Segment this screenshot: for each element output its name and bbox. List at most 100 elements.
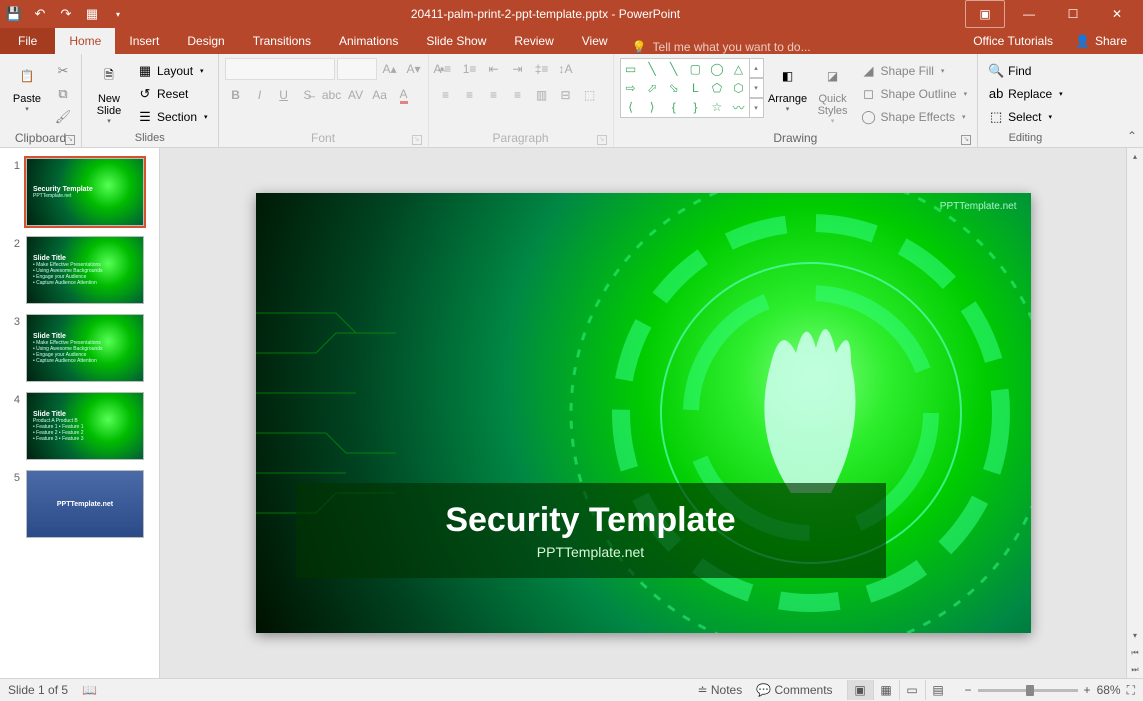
slide-editor-area[interactable]: PPTTemplate.net Security Template PPTTem… [160,148,1126,678]
format-painter-button[interactable]: 🖌 [51,106,75,127]
change-case-button[interactable]: Aa [369,84,391,106]
tab-file[interactable]: File [0,28,55,54]
text-direction-button[interactable]: ↕A [555,58,577,80]
copy-button[interactable]: ⧉ [51,83,75,104]
new-slide-button[interactable]: 🗎 New Slide ▾ [88,58,130,126]
font-size-combo[interactable] [337,58,377,80]
shadow-button[interactable]: abc [321,84,343,106]
zoom-slider[interactable] [978,689,1078,692]
vertical-scrollbar[interactable]: ▴ ▾ ⏮ ⏭ [1126,148,1143,678]
slide-thumbnail-2[interactable]: Slide Title• Make Effective Presentation… [26,236,144,304]
comments-button[interactable]: 💬 Comments [756,683,832,697]
sorter-view-button[interactable]: ▦ [873,680,899,700]
font-color-button[interactable]: A [393,84,415,106]
align-text-button[interactable]: ⊟ [555,84,577,106]
notes-button[interactable]: ≐ Notes [697,683,742,697]
slide-thumbnail-1[interactable]: Security TemplatePPTTemplate.net [26,158,144,226]
slide-counter[interactable]: Slide 1 of 5 [8,683,68,697]
ribbon-display-options-icon[interactable]: ▣ [965,0,1005,28]
align-right-button[interactable]: ≡ [483,84,505,106]
replace-button[interactable]: abReplace ▾ [984,83,1067,104]
normal-view-button[interactable]: ▣ [847,680,873,700]
slide-title[interactable]: Security Template [445,501,735,540]
zoom-in-button[interactable]: + [1084,683,1091,697]
cut-button[interactable]: ✂ [51,60,75,81]
clipboard-dialog-launcher[interactable]: ↘ [65,135,75,145]
paste-button[interactable]: 📋 Paste ▾ [6,58,48,126]
decrease-font-icon[interactable]: A▾ [403,58,425,80]
scroll-up-icon[interactable]: ▴ [1127,148,1143,165]
office-tutorials-link[interactable]: Office Tutorials [961,28,1065,54]
char-spacing-button[interactable]: AV [345,84,367,106]
undo-icon[interactable]: ↶ [32,6,48,22]
scroll-down-icon[interactable]: ▾ [1127,627,1143,644]
zoom-out-button[interactable]: − [965,683,972,697]
share-button[interactable]: 👤 Share [1065,34,1137,48]
increase-indent-button[interactable]: ⇥ [507,58,529,80]
tab-home[interactable]: Home [55,28,115,54]
zoom-level[interactable]: 68% [1097,683,1121,697]
drawing-dialog-launcher[interactable]: ↘ [961,135,971,145]
tab-transitions[interactable]: Transitions [239,28,325,54]
align-left-button[interactable]: ≡ [435,84,457,106]
bullets-button[interactable]: •≡ [435,58,457,80]
reading-view-button[interactable]: ▭ [899,680,925,700]
smartart-button[interactable]: ⬚ [579,84,601,106]
columns-button[interactable]: ▥ [531,84,553,106]
slide-canvas[interactable]: PPTTemplate.net Security Template PPTTem… [256,193,1031,633]
underline-button[interactable]: U [273,84,295,106]
slide-thumbnail-3[interactable]: Slide Title• Make Effective Presentation… [26,314,144,382]
increase-font-icon[interactable]: A▴ [379,58,401,80]
shape-outline-button[interactable]: ◻Shape Outline ▾ [857,83,972,104]
quick-styles-button[interactable]: ◪ Quick Styles ▾ [812,58,854,126]
select-button[interactable]: ⬚Select ▾ [984,106,1067,127]
slide-thumbnail-4[interactable]: Slide TitleProduct A Product B • Feature… [26,392,144,460]
reset-button[interactable]: ↺Reset [133,83,212,104]
slide-thumbnail-panel[interactable]: 1 Security TemplatePPTTemplate.net 2 Sli… [0,148,160,678]
shapes-gallery[interactable]: ▭╲╲▢◯△ ⇨⬀⬂L⬠⬡ ⟨⟩{}☆〰 [620,58,750,118]
spell-check-icon[interactable]: 📖 [82,683,97,697]
clear-formatting-icon[interactable]: A̶ [427,58,449,80]
strikethrough-button[interactable]: S̶ [297,84,319,106]
tab-animations[interactable]: Animations [325,28,412,54]
numbering-button[interactable]: 1≡ [459,58,481,80]
qat-customize-icon[interactable]: ▾ [110,6,126,22]
slideshow-view-button[interactable]: ▤ [925,680,951,700]
collapse-ribbon-icon[interactable]: ⌃ [1121,54,1143,147]
bold-button[interactable]: B [225,84,247,106]
line-spacing-button[interactable]: ‡≡ [531,58,553,80]
decrease-indent-button[interactable]: ⇤ [483,58,505,80]
tab-insert[interactable]: Insert [115,28,173,54]
tell-me-input[interactable] [653,40,853,54]
fit-to-window-button[interactable]: ⛶ [1127,683,1135,698]
tab-view[interactable]: View [568,28,622,54]
font-family-combo[interactable] [225,58,335,80]
slide-thumbnail-5[interactable]: PPTTemplate.net [26,470,144,538]
tab-design[interactable]: Design [173,28,238,54]
start-from-beginning-icon[interactable]: ▦ [84,6,100,22]
justify-button[interactable]: ≡ [507,84,529,106]
close-button[interactable]: ✕ [1097,0,1137,28]
tab-review[interactable]: Review [500,28,567,54]
align-center-button[interactable]: ≡ [459,84,481,106]
redo-icon[interactable]: ↷ [58,6,74,22]
shapes-gallery-scroll[interactable]: ▴▾▾ [750,58,764,118]
minimize-button[interactable]: — [1009,0,1049,28]
paragraph-dialog-launcher[interactable]: ↘ [597,135,607,145]
arrange-button[interactable]: ◧ Arrange ▾ [767,58,809,126]
save-icon[interactable]: 💾 [6,6,22,22]
layout-button[interactable]: ▦Layout ▾ [133,60,212,81]
section-button[interactable]: ☰Section ▾ [133,106,212,127]
tab-slideshow[interactable]: Slide Show [412,28,500,54]
maximize-button[interactable]: ☐ [1053,0,1093,28]
shape-fill-button[interactable]: ◢Shape Fill ▾ [857,60,972,81]
font-dialog-launcher[interactable]: ↘ [412,135,422,145]
next-slide-icon[interactable]: ⏭ [1127,661,1143,678]
title-text-box[interactable]: Security Template PPTTemplate.net [296,483,886,578]
slide-subtitle[interactable]: PPTTemplate.net [537,544,644,560]
shape-effects-button[interactable]: ◯Shape Effects ▾ [857,106,972,127]
tell-me-search[interactable]: 💡 [632,40,853,54]
prev-slide-icon[interactable]: ⏮ [1127,644,1143,661]
italic-button[interactable]: I [249,84,271,106]
find-button[interactable]: 🔍Find [984,60,1067,81]
